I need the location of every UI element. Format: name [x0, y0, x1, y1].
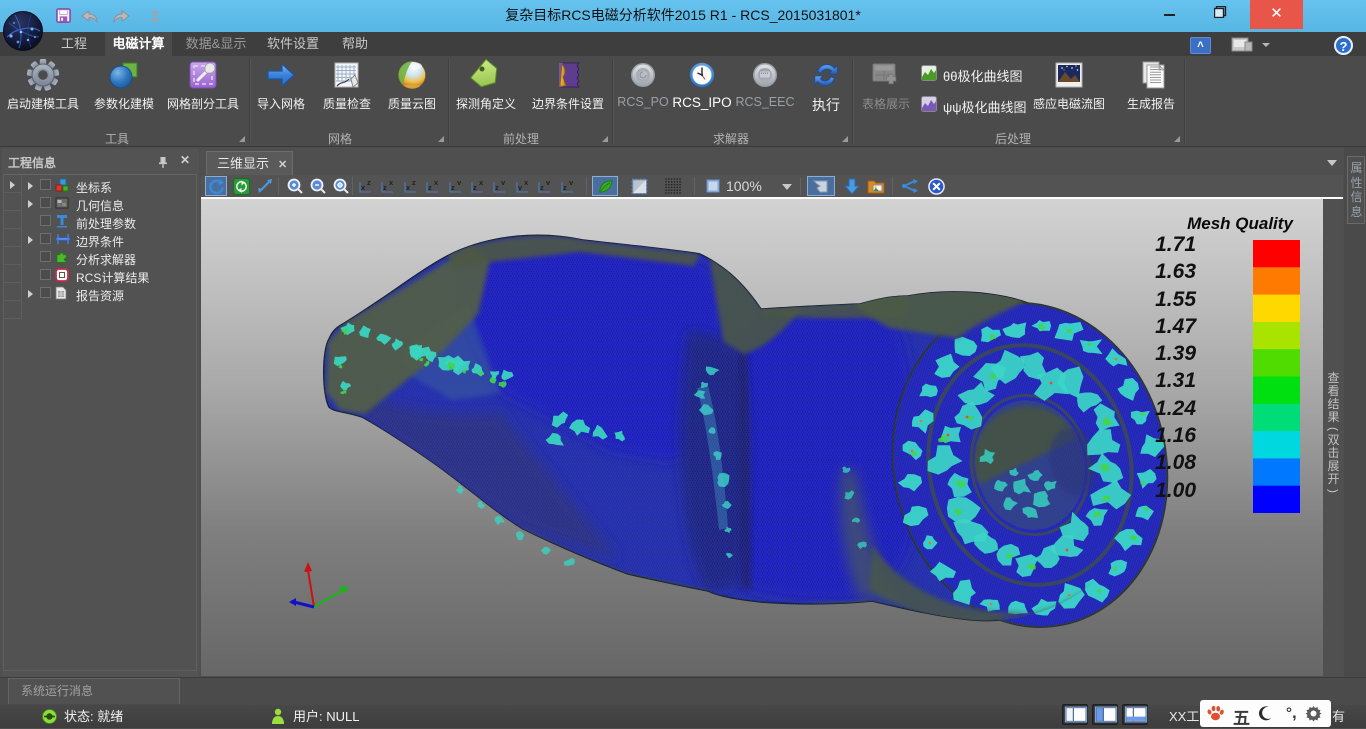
- svg-text:z: z: [563, 183, 567, 192]
- svg-text:x: x: [434, 178, 439, 187]
- svg-text:x: x: [406, 183, 411, 192]
- svg-text:z: z: [412, 178, 416, 187]
- svg-text:z: z: [473, 183, 477, 192]
- svg-text:v: v: [501, 178, 506, 187]
- svg-text:v: v: [457, 178, 462, 187]
- svg-text:v: v: [569, 178, 574, 187]
- svg-text:z: z: [540, 183, 544, 192]
- svg-text:x: x: [361, 183, 366, 192]
- svg-text:z: z: [428, 183, 432, 192]
- svg-text:v: v: [546, 178, 551, 187]
- svg-text:x: x: [389, 178, 394, 187]
- svg-text:z: z: [367, 178, 371, 187]
- svg-text:x: x: [524, 178, 529, 187]
- svg-text:z: z: [451, 183, 455, 192]
- svg-text:z: z: [495, 183, 499, 192]
- svg-text:z: z: [383, 183, 387, 192]
- svg-text:v: v: [518, 183, 523, 192]
- svg-text:x: x: [479, 178, 484, 187]
